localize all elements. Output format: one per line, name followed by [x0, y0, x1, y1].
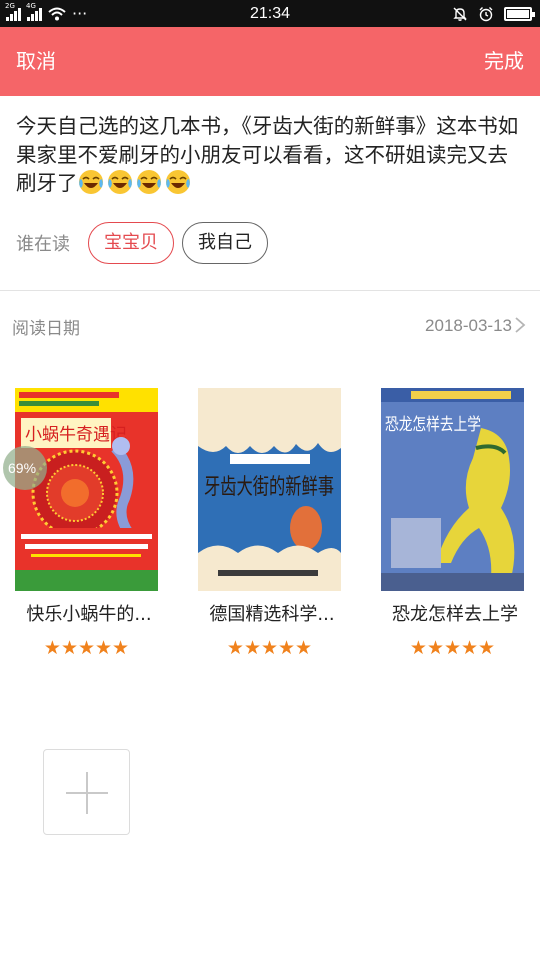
reader-chip-self[interactable]: 我自己 — [182, 222, 268, 264]
rating-stars: ★★★★★ — [226, 637, 313, 659]
chevron-right-icon — [515, 317, 526, 333]
emoji-row — [78, 170, 194, 195]
reading-date-value: 2018-03-13 — [425, 316, 512, 335]
book-title: 德国精选科学... — [209, 604, 335, 625]
plus-icon-vertical — [86, 772, 88, 814]
status-right — [452, 3, 535, 24]
bell-off-icon — [453, 7, 467, 21]
reader-chip-baby[interactable]: 宝宝贝 — [88, 222, 174, 264]
book-cover[interactable]: 牙齿大街的新鲜事 — [198, 388, 341, 591]
rating-stars: ★★★★★ — [43, 637, 130, 659]
face-with-tears-of-joy-icon — [78, 170, 103, 194]
cover-title: 恐龙怎样去上学 — [385, 415, 481, 435]
book-title: 恐龙怎样去上学 — [392, 604, 518, 625]
cover-title: 小蜗牛奇遇记 — [25, 425, 127, 445]
app-header: 取消 完成 — [0, 27, 540, 96]
face-with-tears-of-joy-icon — [107, 170, 132, 194]
reading-date-row[interactable]: 阅读日期 2018-03-13 — [12, 308, 512, 344]
reading-note[interactable]: 今天自己选的这几本书，《牙齿大街的新鲜事》这本书如果家里不爱刷牙的小朋友可以看看… — [16, 112, 524, 198]
divider — [0, 290, 540, 291]
cancel-button[interactable]: 取消 — [16, 27, 56, 96]
status-bar: 2G 4G ··· 21:34 — [0, 0, 540, 27]
battery-icon — [504, 6, 535, 21]
add-book-button[interactable] — [43, 749, 130, 835]
book-cover[interactable]: 恐龙怎样去上学 — [381, 388, 524, 591]
reader-label: 谁在读 — [16, 234, 70, 255]
progress-badge[interactable]: 69% — [3, 446, 47, 490]
reader-selector: 谁在读 宝宝贝 我自己 — [16, 222, 276, 264]
face-with-tears-of-joy-icon — [165, 170, 190, 194]
book-title: 快乐小蜗牛的... — [26, 604, 152, 625]
rating-stars: ★★★★★ — [409, 637, 496, 659]
book-cover[interactable]: 小蜗牛奇遇记 — [15, 388, 158, 591]
alarm-icon — [479, 6, 493, 21]
cover-title: 牙齿大街的新鲜事 — [204, 475, 334, 500]
face-with-tears-of-joy-icon — [136, 170, 161, 194]
reading-date-label: 阅读日期 — [12, 318, 80, 339]
done-button[interactable]: 完成 — [484, 27, 524, 96]
